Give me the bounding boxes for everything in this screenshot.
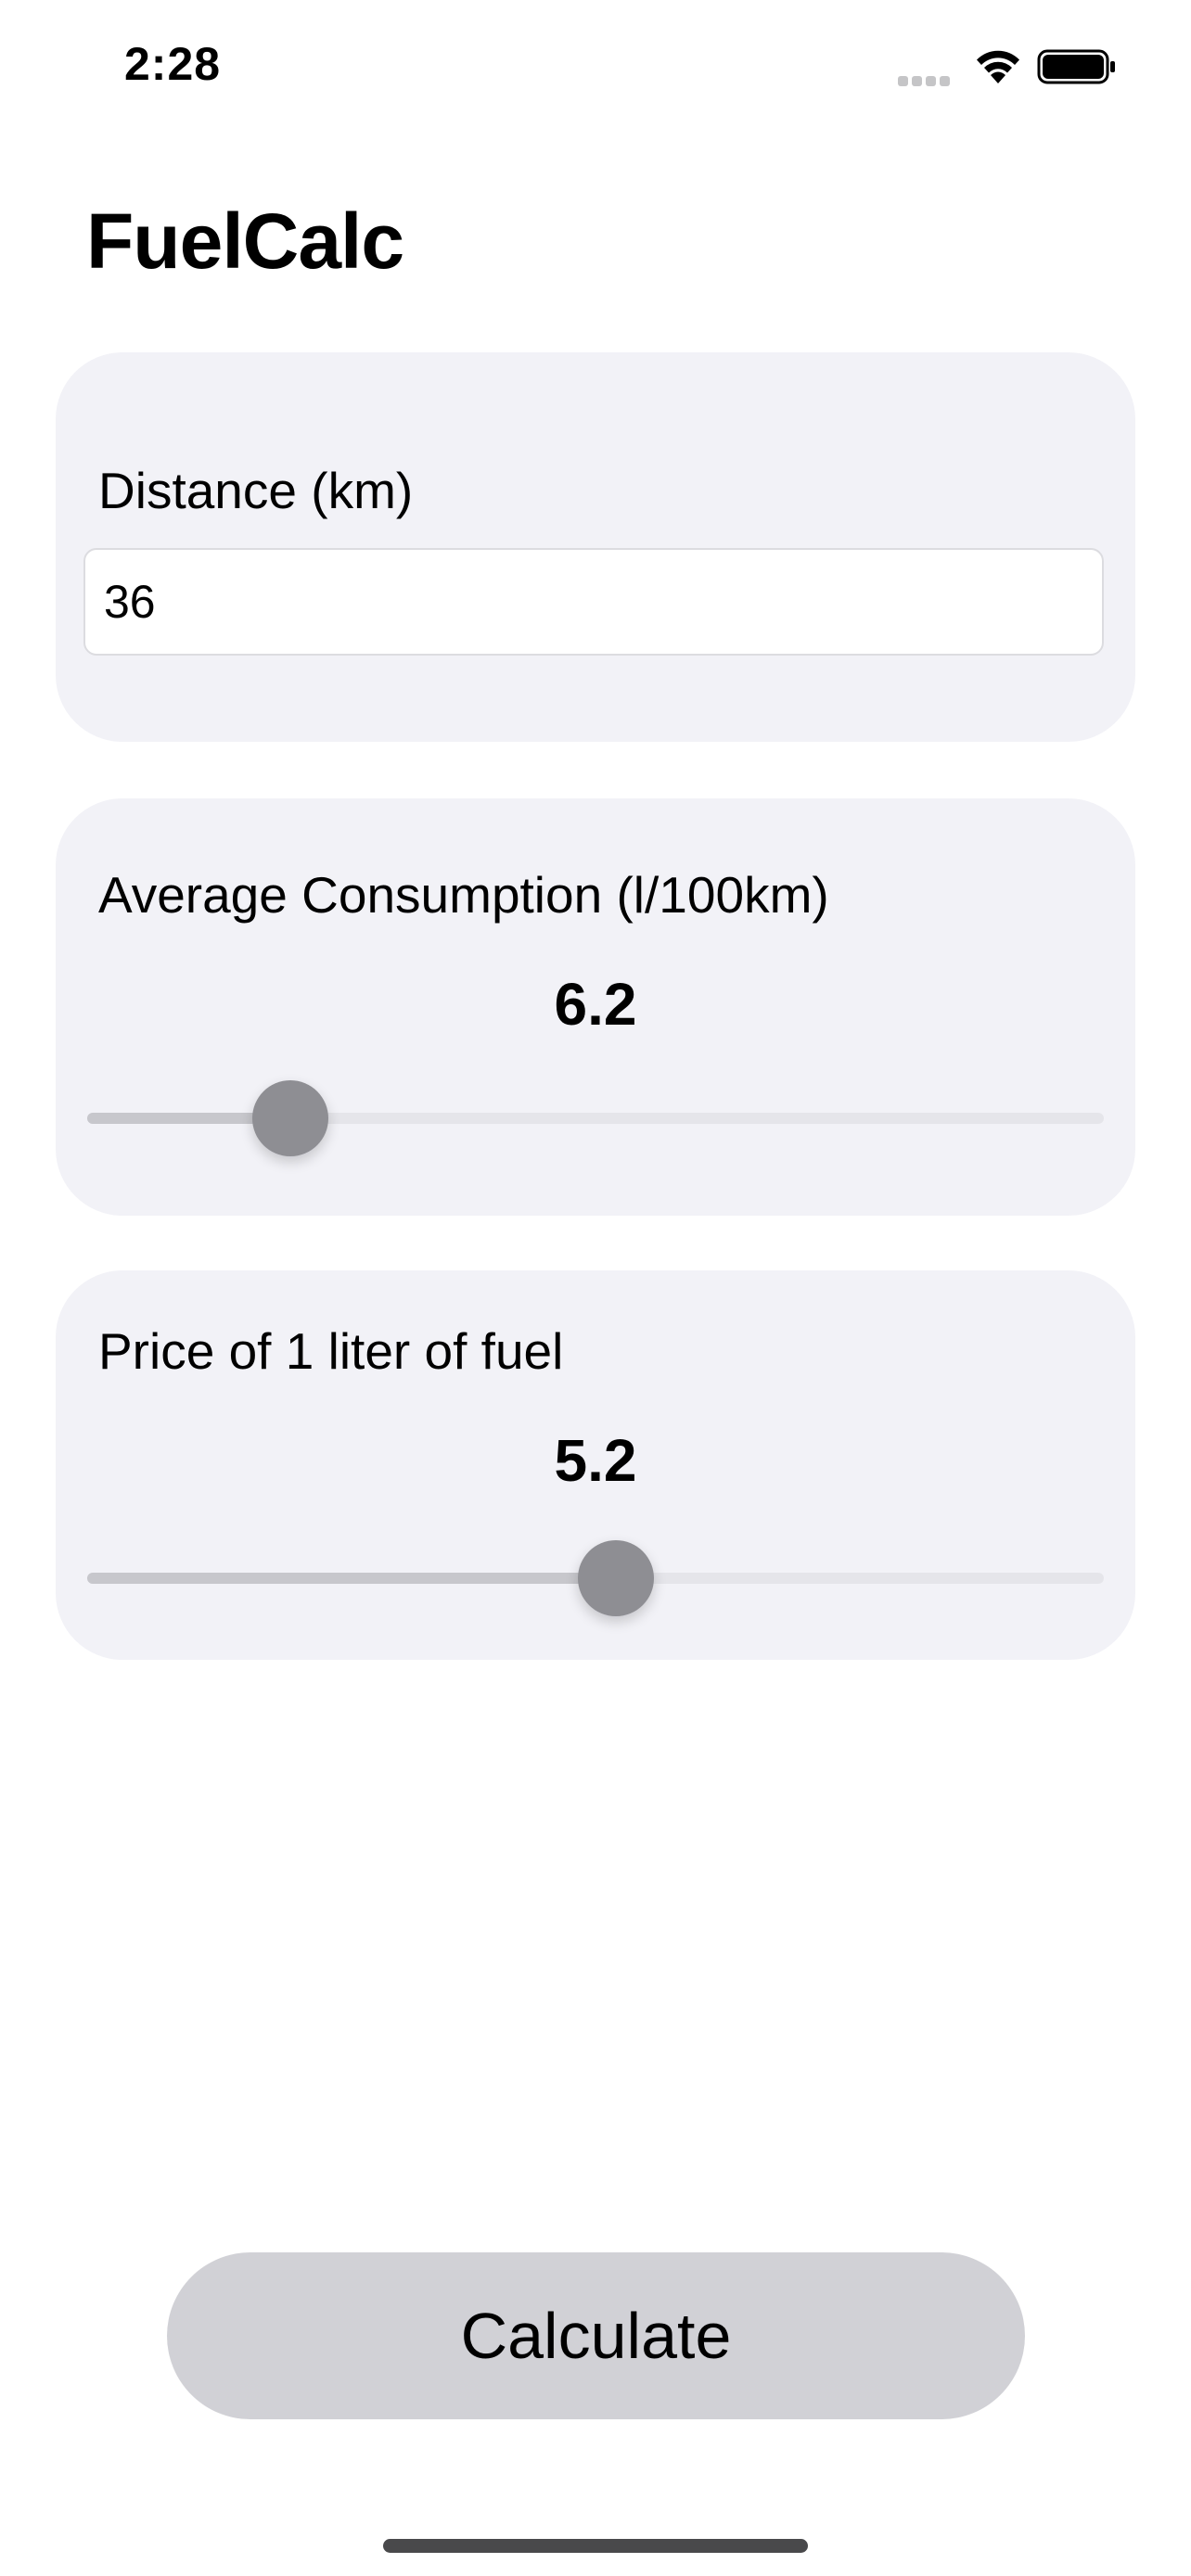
price-slider[interactable] bbox=[87, 1537, 1104, 1620]
consumption-slider[interactable] bbox=[87, 1077, 1104, 1160]
price-card: Price of 1 liter of fuel 5.2 bbox=[56, 1270, 1135, 1660]
slider-thumb[interactable] bbox=[577, 1540, 654, 1616]
status-bar: 2:28 bbox=[0, 0, 1191, 139]
price-value: 5.2 bbox=[554, 1427, 637, 1494]
calculate-button[interactable]: Calculate bbox=[167, 2252, 1025, 2419]
home-indicator bbox=[383, 2539, 808, 2553]
slider-track bbox=[87, 1113, 1104, 1124]
slider-fill bbox=[87, 1573, 616, 1584]
distance-card: Distance (km) bbox=[56, 352, 1135, 742]
distance-input[interactable] bbox=[83, 548, 1104, 656]
page-title: FuelCalc bbox=[86, 198, 404, 285]
price-label: Price of 1 liter of fuel bbox=[98, 1322, 564, 1380]
status-time: 2:28 bbox=[124, 38, 222, 90]
distance-label: Distance (km) bbox=[98, 462, 414, 519]
battery-icon bbox=[1037, 48, 1117, 90]
consumption-value: 6.2 bbox=[554, 971, 637, 1038]
consumption-card: Average Consumption (l/100km) 6.2 bbox=[56, 798, 1135, 1216]
slider-thumb[interactable] bbox=[252, 1080, 329, 1156]
cellular-signal-icon bbox=[898, 74, 954, 86]
wifi-icon bbox=[974, 48, 1022, 90]
consumption-label: Average Consumption (l/100km) bbox=[98, 866, 829, 924]
